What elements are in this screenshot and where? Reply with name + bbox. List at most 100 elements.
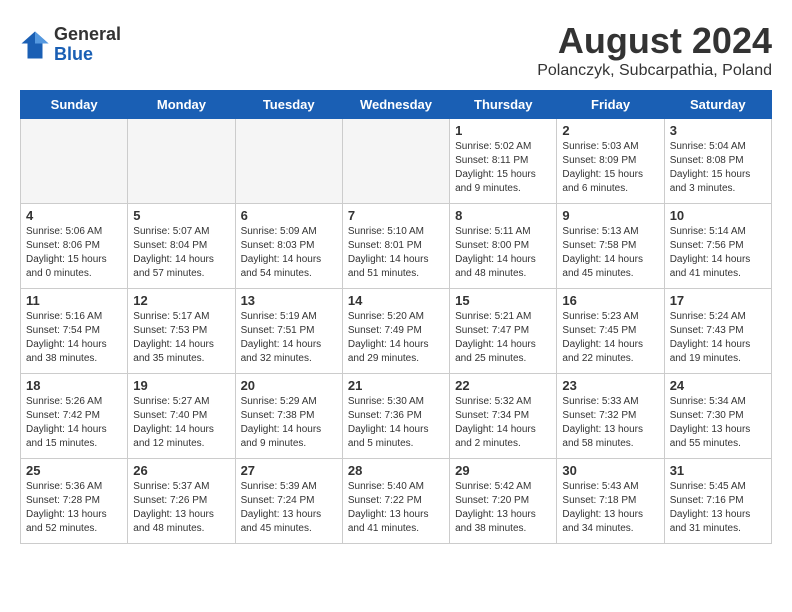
month-title: August 2024 <box>537 20 772 62</box>
calendar-cell: 15 Sunrise: 5:21 AMSunset: 7:47 PMDayligh… <box>450 289 557 374</box>
calendar-cell: 10Sunrise: 5:14 AMSunset: 7:56 PMDayligh… <box>664 204 771 289</box>
calendar-cell: 20 Sunrise: 5:29 AMSunset: 7:38 PMDayligh… <box>235 374 342 459</box>
week-row-1: 1 Sunrise: 5:02 AMSunset: 8:11 PMDaylight… <box>21 119 772 204</box>
day-number: 23 <box>562 378 658 393</box>
calendar-cell: 5Sunrise: 5:07 AMSunset: 8:04 PMDaylight… <box>128 204 235 289</box>
calendar-cell <box>21 119 128 204</box>
calendar-cell: 28Sunrise: 5:40 AMSunset: 7:22 PMDayligh… <box>342 459 449 544</box>
logo: General Blue <box>20 25 121 65</box>
col-thursday: Thursday <box>450 91 557 119</box>
logo-general: General <box>54 25 121 45</box>
header-row: Sunday Monday Tuesday Wednesday Thursday… <box>21 91 772 119</box>
day-info: Sunrise: 5:39 AMSunset: 7:24 PMDaylight:… <box>241 480 337 536</box>
day-number: 12 <box>133 293 229 308</box>
day-number: 14 <box>348 293 444 308</box>
day-number: 4 <box>26 208 122 223</box>
calendar-cell: 12 Sunrise: 5:17 AMSunset: 7:53 PMDayligh… <box>128 289 235 374</box>
day-info: Sunrise: 5:26 AMSunset: 7:42 PMDaylight:… <box>26 395 122 451</box>
day-info: Sunrise: 5:21 AMSunset: 7:47 PMDaylight:… <box>455 310 551 366</box>
day-number: 7 <box>348 208 444 223</box>
day-number: 16 <box>562 293 658 308</box>
day-number: 30 <box>562 463 658 478</box>
col-saturday: Saturday <box>664 91 771 119</box>
col-monday: Monday <box>128 91 235 119</box>
logo-icon <box>20 30 50 60</box>
day-number: 24 <box>670 378 766 393</box>
calendar-cell: 6Sunrise: 5:09 AMSunset: 8:03 PMDaylight… <box>235 204 342 289</box>
day-info: Sunrise: 5:20 AMSunset: 7:49 PMDaylight:… <box>348 310 444 366</box>
day-info: Sunrise: 5:02 AMSunset: 8:11 PMDaylight:… <box>455 140 551 196</box>
week-row-3: 11 Sunrise: 5:16 AMSunset: 7:54 PMDayligh… <box>21 289 772 374</box>
calendar-cell: 14 Sunrise: 5:20 AMSunset: 7:49 PMDayligh… <box>342 289 449 374</box>
day-info: Sunrise: 5:04 AMSunset: 8:08 PMDaylight:… <box>670 140 766 196</box>
day-info: Sunrise: 5:24 AMSunset: 7:43 PMDaylight:… <box>670 310 766 366</box>
day-info: Sunrise: 5:33 AMSunset: 7:32 PMDaylight:… <box>562 395 658 451</box>
day-number: 3 <box>670 123 766 138</box>
calendar-cell: 22Sunrise: 5:32 AMSunset: 7:34 PMDayligh… <box>450 374 557 459</box>
calendar-cell: 17 Sunrise: 5:24 AMSunset: 7:43 PMDayligh… <box>664 289 771 374</box>
day-number: 1 <box>455 123 551 138</box>
calendar-cell: 3 Sunrise: 5:04 AMSunset: 8:08 PMDaylight… <box>664 119 771 204</box>
day-number: 25 <box>26 463 122 478</box>
day-number: 15 <box>455 293 551 308</box>
calendar-cell: 2 Sunrise: 5:03 AMSunset: 8:09 PMDaylight… <box>557 119 664 204</box>
day-info: Sunrise: 5:03 AMSunset: 8:09 PMDaylight:… <box>562 140 658 196</box>
day-number: 13 <box>241 293 337 308</box>
week-row-5: 25 Sunrise: 5:36 AMSunset: 7:28 PMDayligh… <box>21 459 772 544</box>
day-number: 18 <box>26 378 122 393</box>
day-info: Sunrise: 5:32 AMSunset: 7:34 PMDaylight:… <box>455 395 551 451</box>
day-number: 5 <box>133 208 229 223</box>
calendar-cell: 9 Sunrise: 5:13 AMSunset: 7:58 PMDaylight… <box>557 204 664 289</box>
col-friday: Friday <box>557 91 664 119</box>
day-info: Sunrise: 5:45 AMSunset: 7:16 PMDaylight:… <box>670 480 766 536</box>
calendar-cell: 25 Sunrise: 5:36 AMSunset: 7:28 PMDayligh… <box>21 459 128 544</box>
col-tuesday: Tuesday <box>235 91 342 119</box>
day-info: Sunrise: 5:13 AMSunset: 7:58 PMDaylight:… <box>562 225 658 281</box>
calendar-cell: 16 Sunrise: 5:23 AMSunset: 7:45 PMDayligh… <box>557 289 664 374</box>
day-number: 21 <box>348 378 444 393</box>
calendar-cell <box>128 119 235 204</box>
logo-blue: Blue <box>54 45 121 65</box>
calendar-cell: 1 Sunrise: 5:02 AMSunset: 8:11 PMDaylight… <box>450 119 557 204</box>
day-info: Sunrise: 5:17 AMSunset: 7:53 PMDaylight:… <box>133 310 229 366</box>
calendar-table: Sunday Monday Tuesday Wednesday Thursday… <box>20 90 772 544</box>
calendar-cell: 21Sunrise: 5:30 AMSunset: 7:36 PMDayligh… <box>342 374 449 459</box>
calendar-cell: 23 Sunrise: 5:33 AMSunset: 7:32 PMDayligh… <box>557 374 664 459</box>
day-info: Sunrise: 5:23 AMSunset: 7:45 PMDaylight:… <box>562 310 658 366</box>
day-number: 9 <box>562 208 658 223</box>
calendar-body: 1 Sunrise: 5:02 AMSunset: 8:11 PMDaylight… <box>21 119 772 544</box>
calendar-cell: 13Sunrise: 5:19 AMSunset: 7:51 PMDayligh… <box>235 289 342 374</box>
day-info: Sunrise: 5:14 AMSunset: 7:56 PMDaylight:… <box>670 225 766 281</box>
day-info: Sunrise: 5:16 AMSunset: 7:54 PMDaylight:… <box>26 310 122 366</box>
location-subtitle: Polanczyk, Subcarpathia, Poland <box>537 62 772 80</box>
day-number: 29 <box>455 463 551 478</box>
day-info: Sunrise: 5:29 AMSunset: 7:38 PMDaylight:… <box>241 395 337 451</box>
calendar-cell: 7 Sunrise: 5:10 AMSunset: 8:01 PMDaylight… <box>342 204 449 289</box>
day-number: 17 <box>670 293 766 308</box>
logo-text: General Blue <box>54 25 121 65</box>
day-number: 19 <box>133 378 229 393</box>
day-info: Sunrise: 5:10 AMSunset: 8:01 PMDaylight:… <box>348 225 444 281</box>
calendar-cell <box>235 119 342 204</box>
day-number: 27 <box>241 463 337 478</box>
day-info: Sunrise: 5:40 AMSunset: 7:22 PMDaylight:… <box>348 480 444 536</box>
day-info: Sunrise: 5:42 AMSunset: 7:20 PMDaylight:… <box>455 480 551 536</box>
day-number: 8 <box>455 208 551 223</box>
calendar-cell: 4Sunrise: 5:06 AMSunset: 8:06 PMDaylight… <box>21 204 128 289</box>
day-info: Sunrise: 5:11 AMSunset: 8:00 PMDaylight:… <box>455 225 551 281</box>
day-info: Sunrise: 5:27 AMSunset: 7:40 PMDaylight:… <box>133 395 229 451</box>
day-info: Sunrise: 5:36 AMSunset: 7:28 PMDaylight:… <box>26 480 122 536</box>
day-info: Sunrise: 5:09 AMSunset: 8:03 PMDaylight:… <box>241 225 337 281</box>
col-sunday: Sunday <box>21 91 128 119</box>
calendar-cell: 8 Sunrise: 5:11 AMSunset: 8:00 PMDaylight… <box>450 204 557 289</box>
day-number: 11 <box>26 293 122 308</box>
calendar-cell: 29 Sunrise: 5:42 AMSunset: 7:20 PMDayligh… <box>450 459 557 544</box>
day-info: Sunrise: 5:43 AMSunset: 7:18 PMDaylight:… <box>562 480 658 536</box>
day-info: Sunrise: 5:37 AMSunset: 7:26 PMDaylight:… <box>133 480 229 536</box>
calendar-cell <box>342 119 449 204</box>
day-info: Sunrise: 5:34 AMSunset: 7:30 PMDaylight:… <box>670 395 766 451</box>
day-number: 20 <box>241 378 337 393</box>
calendar-cell: 11 Sunrise: 5:16 AMSunset: 7:54 PMDayligh… <box>21 289 128 374</box>
day-number: 2 <box>562 123 658 138</box>
week-row-4: 18 Sunrise: 5:26 AMSunset: 7:42 PMDayligh… <box>21 374 772 459</box>
